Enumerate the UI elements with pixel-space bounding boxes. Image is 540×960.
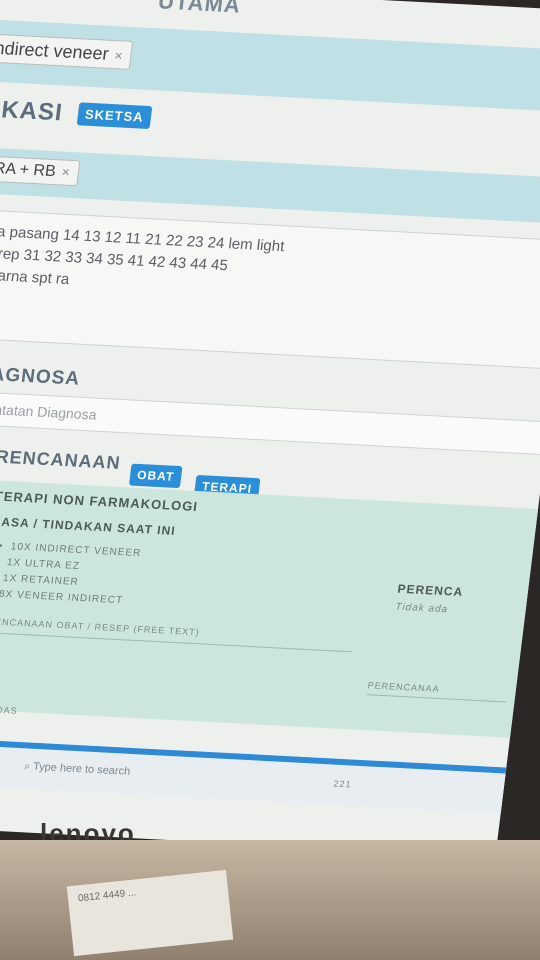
tray-text: 221 bbox=[332, 778, 353, 790]
location-tag-area[interactable] bbox=[0, 147, 540, 225]
taskbar: ⌕ Type here to search 221 bbox=[0, 738, 540, 816]
location-tag-label: RA + RB bbox=[0, 159, 57, 181]
close-icon[interactable]: × bbox=[61, 164, 71, 180]
footer-button-label: TINDAS bbox=[0, 703, 19, 716]
page-top-heading: UTAMA bbox=[156, 0, 243, 18]
sketch-button[interactable]: SKETSA bbox=[76, 102, 153, 130]
taskbar-search[interactable]: ⌕ Type here to search bbox=[23, 760, 131, 778]
diagnosis-tag-label: indirect veneer bbox=[0, 37, 110, 64]
taskbar-search-placeholder: Type here to search bbox=[32, 760, 131, 778]
diagnosa-title: DIAGNOSA bbox=[0, 363, 82, 390]
footer-button[interactable]: ■ TINDAS bbox=[0, 703, 18, 716]
diagnosa-input[interactable]: Catatan Diagnosa bbox=[0, 391, 540, 456]
location-tag[interactable]: RA + RB × bbox=[0, 155, 81, 187]
location-title: LOKASI bbox=[0, 94, 65, 127]
notes-textarea[interactable]: ra pasang 14 13 12 11 21 22 23 24 lem li… bbox=[0, 209, 540, 371]
perencanaan-title: PERENCANAAN bbox=[0, 445, 122, 473]
monitor-screen: UTAMA indirect veneer × LOKASI SKETSA RA … bbox=[0, 0, 540, 858]
close-icon[interactable]: × bbox=[114, 47, 124, 63]
obat-button[interactable]: OBAT bbox=[128, 463, 183, 489]
desk-note-line: 0812 4449 ... bbox=[77, 887, 137, 905]
